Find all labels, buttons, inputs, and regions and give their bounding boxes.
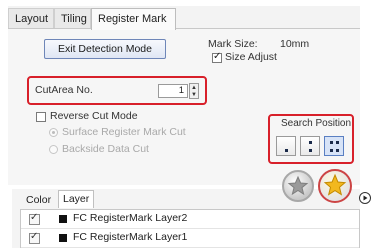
- layer-list: FC RegisterMark Layer2 FC RegisterMark L…: [20, 209, 360, 248]
- cut-area-input[interactable]: 1: [158, 84, 188, 98]
- layer-name: FC RegisterMark Layer2: [73, 212, 188, 224]
- surface-register-radio[interactable]: [49, 128, 58, 137]
- dot-icon: [309, 149, 312, 152]
- tab-color[interactable]: Color: [22, 192, 55, 209]
- dot-icon: [330, 149, 333, 152]
- reverse-cut-checkbox[interactable]: [36, 112, 46, 122]
- dot-icon: [309, 141, 312, 144]
- size-adjust-checkbox[interactable]: [212, 51, 222, 63]
- layer-color-swatch: [59, 234, 67, 242]
- star-grey-icon[interactable]: [282, 170, 314, 202]
- exit-detection-mode-button[interactable]: Exit Detection Mode: [44, 39, 166, 59]
- search-position-six-button[interactable]: [324, 136, 344, 156]
- expand-arrow-icon[interactable]: [359, 192, 371, 204]
- dot-icon: [336, 149, 339, 152]
- layer-color-swatch: [59, 215, 67, 223]
- layer-row[interactable]: FC RegisterMark Layer2: [21, 211, 359, 229]
- cut-area-label: CutArea No.: [35, 84, 93, 96]
- tab-layout[interactable]: Layout: [8, 8, 54, 28]
- star-gold-icon[interactable]: [318, 169, 352, 203]
- mark-size-label: Mark Size:: [208, 38, 258, 50]
- size-adjust-label: Size Adjust: [225, 51, 277, 63]
- search-position-one-button[interactable]: [276, 136, 296, 156]
- chevron-up-icon[interactable]: ▲: [191, 85, 197, 91]
- tab-tiling[interactable]: Tiling: [54, 8, 91, 28]
- search-position-label: Search Position: [281, 118, 352, 129]
- layer-visible-checkbox[interactable]: [29, 212, 40, 225]
- chevron-down-icon[interactable]: ▼: [191, 92, 197, 98]
- tab-bar: Layout Tiling Register Mark: [8, 8, 208, 30]
- mark-size-value: 10mm: [280, 38, 310, 50]
- dot-icon: [330, 141, 333, 144]
- layer-name: FC RegisterMark Layer1: [73, 231, 188, 243]
- backside-data-radio[interactable]: [49, 145, 58, 154]
- reverse-cut-label: Reverse Cut Mode: [50, 110, 138, 122]
- tab-layer[interactable]: Layer: [58, 190, 95, 208]
- surface-register-label: Surface Register Mark Cut: [62, 126, 186, 138]
- backside-data-label: Backside Data Cut: [62, 143, 149, 155]
- dot-icon: [336, 141, 339, 144]
- dot-icon: [285, 149, 288, 152]
- cut-area-stepper[interactable]: ▲ ▼: [189, 83, 199, 99]
- tab-register-mark[interactable]: Register Mark: [91, 8, 176, 30]
- layer-row[interactable]: FC RegisterMark Layer1: [21, 230, 359, 248]
- search-position-four-button[interactable]: [300, 136, 320, 156]
- layer-visible-checkbox[interactable]: [29, 231, 40, 244]
